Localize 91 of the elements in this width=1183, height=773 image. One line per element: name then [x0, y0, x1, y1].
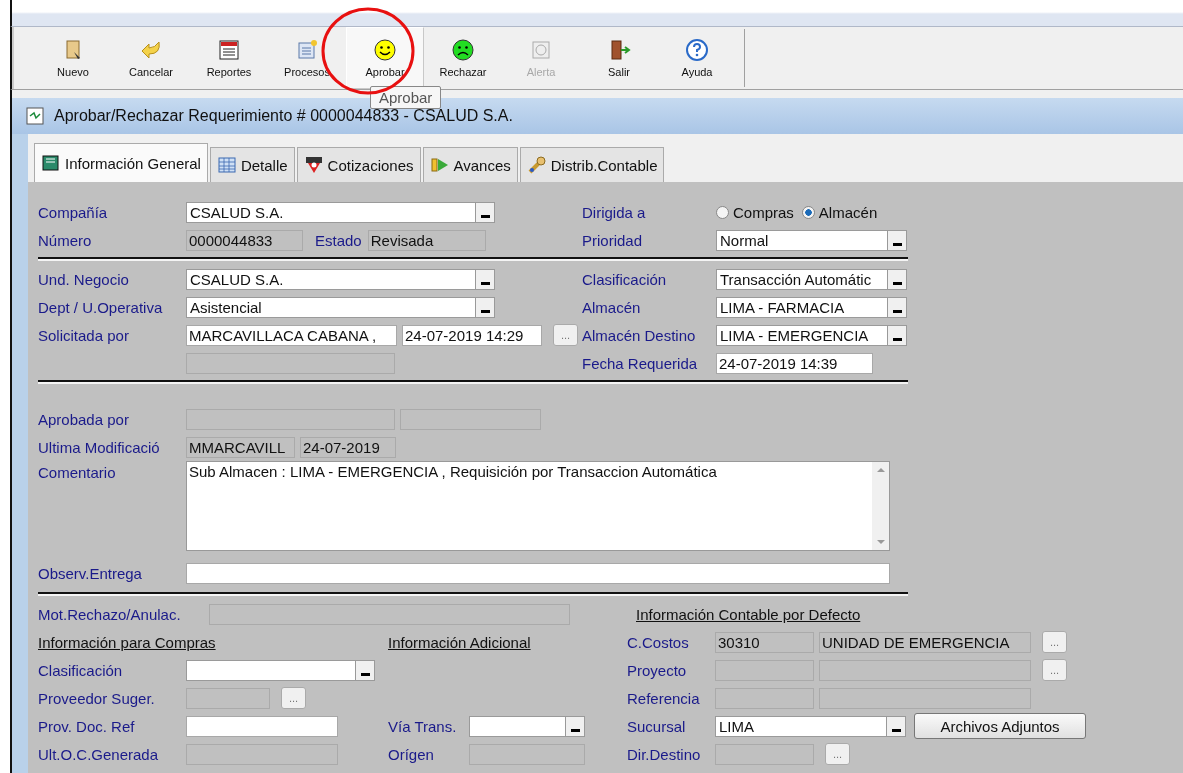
badge-icon [303, 155, 324, 175]
field-label: Ultima Modificació [38, 438, 161, 456]
field-label: Dept / U.Operativa [38, 298, 164, 316]
field-label: Prioridad [582, 231, 644, 249]
book-icon [41, 153, 61, 173]
dropdown-field[interactable]: Asistencial [186, 296, 495, 318]
tab[interactable]: Cotizaciones [296, 147, 421, 182]
field-label: Almacén [582, 298, 642, 316]
input-field[interactable]: 24-07-2019 14:39 [716, 352, 873, 374]
field-label: Solicitada por [38, 326, 130, 344]
input-field[interactable] [186, 562, 890, 584]
radio-button[interactable] [716, 205, 729, 219]
input-field[interactable]: MARCAVILLACA CABANA , [186, 324, 397, 346]
field-label: C.Costos [627, 633, 690, 651]
field-label: Comentario [38, 463, 117, 481]
toolbar-button[interactable]: Procesos [268, 27, 346, 89]
toolbar-button[interactable]: Ayuda [658, 27, 736, 89]
field-label: Proyecto [627, 661, 688, 679]
play-icon [429, 155, 450, 175]
field-label: Ult.O.C.Generada [38, 745, 160, 763]
dropdown-field[interactable]: CSALUD S.A. [186, 201, 495, 223]
toolbar-button[interactable]: Reportes [190, 27, 268, 89]
input-field[interactable] [186, 715, 338, 737]
key-icon [526, 155, 547, 175]
dropdown-field[interactable]: LIMA - EMERGENCIA [716, 324, 907, 346]
field-label: Compañía [38, 203, 109, 221]
browse-button[interactable]: ... [1042, 631, 1067, 653]
readonly-field: 30310 [715, 631, 814, 653]
toolbar-button[interactable]: Rechazar [424, 27, 502, 89]
report-icon [217, 38, 241, 62]
toolbar-button[interactable]: Aprobar [346, 27, 424, 89]
dropdown-field[interactable]: LIMA [715, 715, 906, 737]
tooltip: Aprobar [370, 86, 442, 109]
field-label: Clasificación [582, 270, 668, 288]
field-label: Proveedor Suger. [38, 689, 156, 707]
browse-button[interactable]: ... [281, 687, 306, 709]
window-title: Aprobar/Rechazar Requerimiento # 0000044833 - CSALUD S.A. [54, 107, 513, 125]
dropdown-field[interactable]: CSALUD S.A. [186, 268, 495, 290]
field-label: Almacén Destino [582, 326, 697, 344]
field-label: Orígen [388, 745, 435, 763]
dropdown-field[interactable] [186, 659, 375, 681]
field-label: Aprobada por [38, 410, 130, 428]
readonly-field: 0000044833 [186, 229, 303, 251]
browse-button[interactable]: ... [553, 324, 578, 346]
input-field[interactable]: 24-07-2019 14:29 [402, 324, 542, 346]
readonly-field: MMARCAVILL [186, 436, 295, 458]
field-label: Observ.Entrega [38, 564, 143, 582]
field-label: Vía Trans. [388, 717, 458, 735]
tab[interactable]: Información General [34, 143, 208, 182]
field-label: Referencia [627, 689, 701, 707]
section-heading: Información para Compras [38, 633, 216, 651]
sad-face-icon [451, 38, 475, 62]
radio-option[interactable]: Compras [716, 203, 794, 221]
readonly-field: UNIDAD DE EMERGENCIA [819, 631, 1031, 653]
toolbar-button[interactable]: Nuevo [34, 27, 112, 89]
field-label: Clasificación [38, 661, 124, 679]
spreadsheet-icon [26, 107, 44, 125]
scrollbar[interactable] [872, 462, 889, 550]
document-icon [295, 38, 319, 62]
field-label: Sucursal [627, 717, 687, 735]
radio-button[interactable] [801, 205, 815, 219]
browse-button[interactable]: ... [1042, 659, 1067, 681]
field-label: Fecha Requerida [582, 354, 699, 372]
tab[interactable]: Distrib.Contable [519, 147, 665, 182]
field-label: Estado [315, 231, 362, 249]
tab[interactable]: Avances [422, 147, 518, 182]
dropdown-field[interactable]: Normal [716, 229, 907, 251]
field-label: Und. Negocio [38, 270, 130, 288]
tab[interactable]: Detalle [209, 147, 295, 182]
radio-option[interactable]: Almacén [801, 203, 878, 221]
comment-field[interactable]: Sub Almacen : LIMA - EMERGENCIA , Requisición por Transaccion Automática [186, 461, 890, 551]
readonly-field: Revisada [367, 229, 486, 251]
table-icon [216, 155, 237, 175]
field-label: Dirigida a [582, 203, 647, 221]
dropdown-field[interactable]: LIMA - FARMACIA [716, 296, 907, 318]
readonly-field: 24-07-2019 [300, 436, 396, 458]
attachments-button[interactable]: Archivos Adjuntos [914, 713, 1086, 739]
alert-icon [529, 38, 553, 62]
toolbar-button[interactable]: Salir [580, 27, 658, 89]
dropdown-field[interactable]: Transacción Automátic [716, 268, 907, 290]
browse-button[interactable]: ... [825, 743, 850, 765]
field-label: Prov. Doc. Ref [38, 717, 136, 735]
field-label: Mot.Rechazo/Anulac. [38, 605, 182, 623]
section-heading: Información Adicional [388, 633, 531, 651]
help-icon [685, 38, 709, 62]
section-heading: Información Contable por Defecto [636, 605, 861, 623]
smiley-icon [373, 38, 397, 62]
field-label: Número [38, 231, 93, 249]
field-label: Dir.Destino [627, 745, 702, 763]
dropdown-field[interactable] [469, 715, 585, 737]
toolbar-button[interactable]: Cancelar [112, 27, 190, 89]
